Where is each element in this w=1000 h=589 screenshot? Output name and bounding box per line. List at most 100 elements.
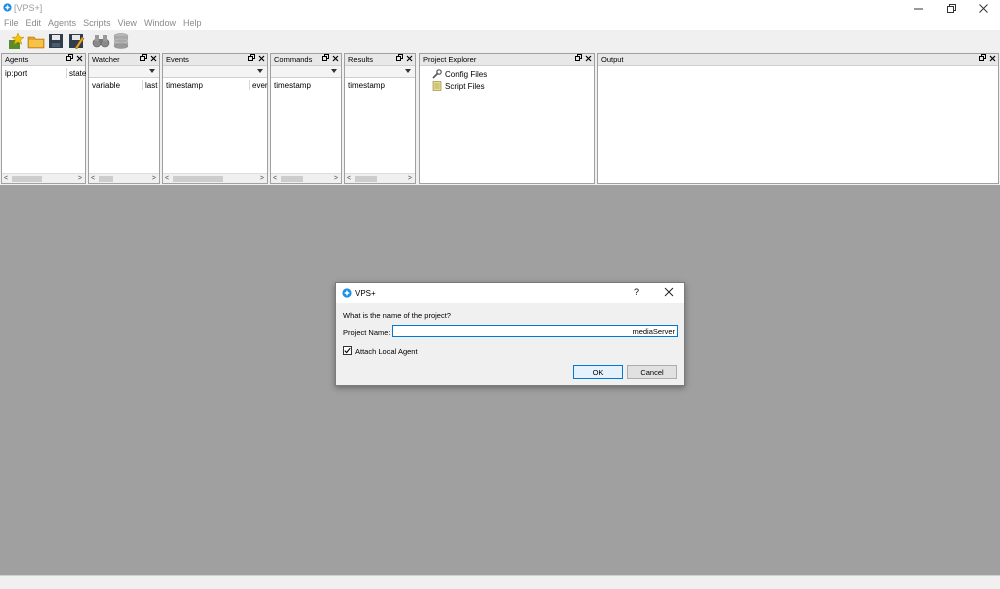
close-button[interactable] (968, 0, 998, 16)
database-icon (113, 33, 129, 49)
help-button[interactable]: ? (634, 287, 639, 297)
project-name-label: Project Name: (343, 328, 391, 337)
column-header[interactable]: state (69, 69, 86, 78)
results-panel: Results timestamp < > (344, 53, 416, 184)
chevron-down-icon (257, 69, 263, 73)
horizontal-scrollbar[interactable]: < > (345, 173, 415, 183)
close-icon[interactable] (76, 54, 83, 62)
new-project-button[interactable] (7, 32, 25, 50)
close-icon[interactable] (406, 54, 413, 62)
scroll-right-icon[interactable]: > (152, 175, 156, 182)
wrench-icon (432, 69, 442, 79)
tree-item-config-files[interactable]: Config Files (432, 68, 487, 80)
tree-item-label: Script Files (445, 81, 485, 91)
menu-agents[interactable]: Agents (48, 16, 76, 30)
dialog-title-bar: VPS+ ? (336, 283, 684, 303)
column-header[interactable]: timestamp (274, 81, 311, 90)
scroll-left-icon[interactable]: < (273, 175, 277, 182)
column-header[interactable]: timestamp (166, 81, 203, 90)
attach-local-agent-label[interactable]: Attach Local Agent (355, 347, 418, 356)
events-table-header: timestamp ever (163, 78, 268, 92)
scroll-thumb[interactable] (99, 176, 113, 182)
scroll-right-icon[interactable]: > (334, 175, 338, 182)
scroll-thumb[interactable] (355, 176, 377, 182)
output-panel-title: Output (601, 55, 624, 64)
float-icon[interactable] (322, 54, 329, 62)
column-header[interactable]: variable (92, 81, 120, 90)
close-icon[interactable] (585, 54, 592, 62)
dialog-title: VPS+ (355, 289, 376, 298)
scroll-left-icon[interactable]: < (347, 175, 351, 182)
tree-item-script-files[interactable]: Script Files (432, 80, 485, 92)
menu-file[interactable]: File (4, 16, 19, 30)
cancel-button[interactable]: Cancel (627, 365, 677, 379)
column-header[interactable]: ip:port (5, 69, 27, 78)
results-agent-select[interactable] (345, 66, 415, 78)
minimize-icon (913, 8, 923, 9)
menu-scripts[interactable]: Scripts (83, 16, 111, 30)
watcher-panel-header: Watcher (89, 54, 159, 66)
new-project-dialog: VPS+ ? What is the name of the project? … (335, 282, 685, 386)
save-as-button[interactable] (67, 32, 85, 50)
app-icon (342, 288, 352, 298)
window-title: [VPS+] (14, 3, 43, 13)
float-icon[interactable] (140, 54, 147, 62)
scroll-left-icon[interactable]: < (4, 175, 8, 182)
scroll-right-icon[interactable]: > (78, 175, 82, 182)
close-icon[interactable] (332, 54, 339, 62)
commands-panel-header: Commands (271, 54, 341, 66)
scroll-right-icon[interactable]: > (408, 175, 412, 182)
menu-help[interactable]: Help (183, 16, 202, 30)
scroll-thumb[interactable] (173, 176, 223, 182)
events-agent-select[interactable] (163, 66, 267, 78)
database-button[interactable] (112, 32, 130, 50)
column-header[interactable]: timestamp (348, 81, 385, 90)
tree-item-label: Config Files (445, 69, 488, 79)
menu-edit[interactable]: Edit (26, 16, 42, 30)
horizontal-scrollbar[interactable]: < > (2, 173, 85, 183)
script-icon (432, 81, 442, 91)
app-icon (3, 3, 12, 12)
float-icon[interactable] (248, 54, 255, 62)
float-icon[interactable] (396, 54, 403, 62)
float-icon[interactable] (575, 54, 582, 62)
close-icon[interactable] (664, 287, 674, 297)
menu-window[interactable]: Window (144, 16, 176, 30)
scroll-left-icon[interactable]: < (165, 175, 169, 182)
ok-button[interactable]: OK (573, 365, 623, 379)
output-panel-header: Output (598, 54, 998, 66)
commands-agent-select[interactable] (271, 66, 341, 78)
restore-button[interactable] (936, 0, 966, 16)
find-button[interactable] (92, 32, 110, 50)
attach-local-agent-checkbox[interactable] (343, 346, 352, 355)
watcher-panel-title: Watcher (92, 55, 120, 64)
save-button[interactable] (47, 32, 65, 50)
close-icon[interactable] (258, 54, 265, 62)
open-project-button[interactable] (27, 32, 45, 50)
close-icon[interactable] (989, 54, 996, 62)
scroll-right-icon[interactable]: > (260, 175, 264, 182)
watcher-agent-select[interactable] (89, 66, 159, 78)
horizontal-scrollbar[interactable]: < > (163, 173, 267, 183)
float-icon[interactable] (979, 54, 986, 62)
horizontal-scrollbar[interactable]: < > (271, 173, 341, 183)
float-icon[interactable] (66, 54, 73, 62)
minimize-button[interactable] (903, 0, 933, 16)
scroll-thumb[interactable] (12, 176, 42, 182)
results-panel-header: Results (345, 54, 415, 66)
events-panel: Events timestamp ever < > (162, 53, 268, 184)
column-header[interactable]: ever (252, 81, 268, 90)
binoculars-icon (92, 35, 110, 48)
close-icon[interactable] (150, 54, 157, 62)
results-table-header: timestamp (345, 78, 415, 92)
column-header[interactable]: last (145, 81, 160, 90)
project-explorer-panel: Project Explorer Config Files Script Fil… (419, 53, 595, 184)
chevron-down-icon (149, 69, 155, 73)
agents-table-header: ip:port state (2, 66, 86, 80)
horizontal-scrollbar[interactable]: < > (89, 173, 159, 183)
menu-view[interactable]: View (118, 16, 137, 30)
scroll-thumb[interactable] (281, 176, 303, 182)
scroll-left-icon[interactable]: < (91, 175, 95, 182)
project-name-input[interactable] (392, 325, 678, 337)
close-icon (978, 3, 988, 13)
